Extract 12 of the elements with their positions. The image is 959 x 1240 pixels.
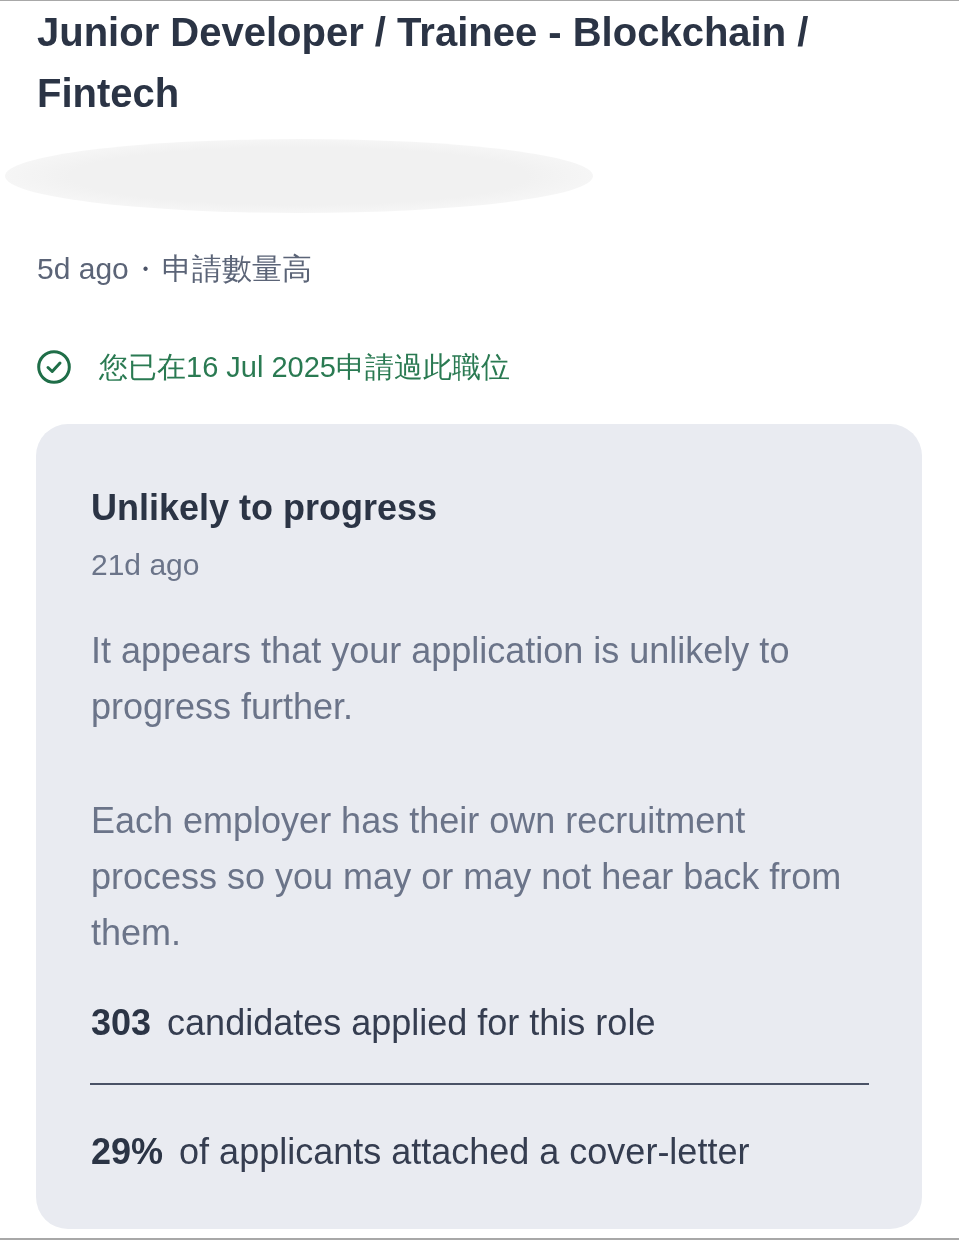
status-message: Each employer has their own recruitment process so you may or may not hear back from them.	[91, 799, 843, 955]
status-message: It appears that your application is unlikely to progress further.	[91, 629, 791, 729]
status-title: Unlikely to progress	[91, 486, 439, 530]
applied-notice: 您已在16 Jul 2025申請過此職位	[99, 350, 510, 385]
posted-time: 5d ago	[37, 251, 129, 287]
demand-label: 申請數量高	[162, 251, 313, 287]
stat-text: 303 candidates applied for this role	[91, 1001, 657, 1045]
status-time: 21d ago	[91, 547, 201, 583]
check-circle-icon	[37, 350, 71, 384]
separator-dot: •	[142, 259, 149, 279]
stat-text: 29% of applicants attached a cover-letter	[91, 1130, 751, 1174]
job-title: Junior Developer / Trainee - Blockchain / Fintech	[37, 9, 810, 117]
